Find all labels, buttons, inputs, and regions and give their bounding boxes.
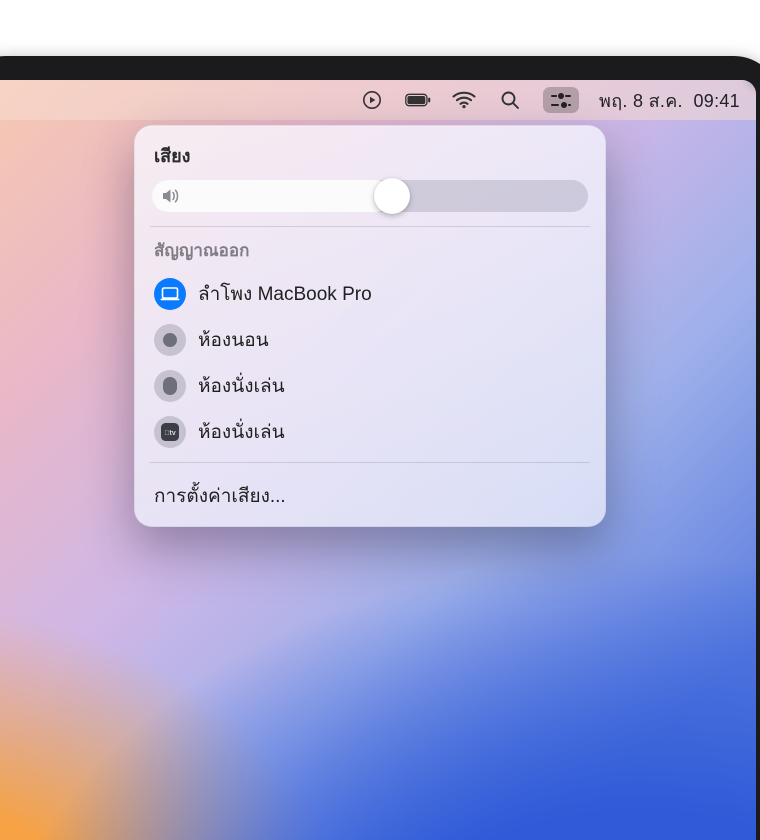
volume-icon [162,188,182,204]
divider [150,462,590,463]
volume-slider-fill [152,180,392,212]
svg-text:tv: tv [164,430,176,437]
menubar-datetime[interactable]: พฤ. 8 ส.ค. 09:41 [599,86,740,115]
volume-slider[interactable] [152,180,588,212]
control-center-icon[interactable] [543,87,579,113]
screen: พฤ. 8 ส.ค. 09:41 เสียง สั [0,80,756,840]
output-item[interactable]: ห้องนอน [152,320,588,360]
menubar-date: พฤ. 8 ส.ค. [599,91,683,111]
divider [150,226,590,227]
output-item[interactable]: ห้องนั่งเล่น [152,366,588,406]
sound-settings-link[interactable]: การตั้งค่าเสียง... [152,473,588,515]
output-item-label: ห้องนั่งเล่น [198,371,285,401]
appletv-icon: tv [154,416,186,448]
menubar-time: 09:41 [693,91,740,111]
output-item[interactable]: ลำโพง MacBook Pro [152,274,588,314]
wifi-icon[interactable] [451,87,477,113]
sound-panel: เสียง สัญญาณออก ลำโพง MacBook Pro ห้องนอน… [134,125,606,527]
output-section-label: สัญญาณออก [154,237,588,264]
output-item-label: ลำโพง MacBook Pro [198,279,372,309]
volume-slider-thumb[interactable] [374,178,410,214]
output-item-label: ห้องนั่งเล่น [198,417,285,447]
homepod-mini-icon [154,324,186,356]
menubar: พฤ. 8 ส.ค. 09:41 [0,80,756,120]
now-playing-icon[interactable] [359,87,385,113]
laptop-icon [154,278,186,310]
output-item-label: ห้องนอน [198,325,269,355]
sound-panel-title: เสียง [154,141,588,170]
output-item[interactable]: tv ห้องนั่งเล่น [152,412,588,452]
homepod-icon [154,370,186,402]
laptop-bezel: พฤ. 8 ส.ค. 09:41 เสียง สั [0,56,760,840]
battery-icon[interactable] [405,87,431,113]
output-list: ลำโพง MacBook Pro ห้องนอนห้องนั่งเล่น tv ห… [152,274,588,452]
spotlight-icon[interactable] [497,87,523,113]
